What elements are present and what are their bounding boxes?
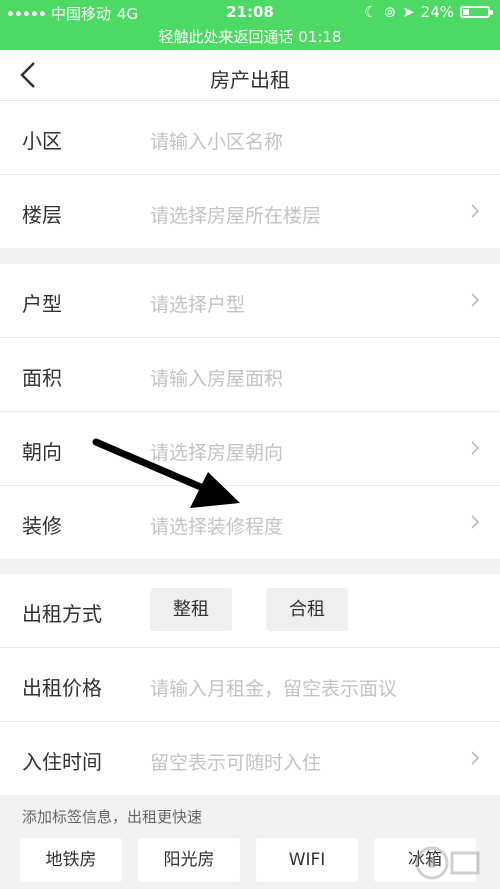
orientation-row[interactable]: 朝向 请选择房屋朝向 [0,412,500,486]
area-row[interactable]: 面积 请输入房屋面积 [0,338,500,412]
floor-label: 楼层 [22,203,62,227]
rent-price-input[interactable]: 请输入月租金，留空表示面议 [150,674,397,701]
chevron-right-icon [471,441,480,455]
chevron-right-icon [471,293,480,307]
tag-list: 地铁房 阳光房 WIFI 冰箱 [20,838,476,882]
shared-rent-button[interactable]: 合租 [266,588,348,631]
community-group: 小区 请输入小区名称 楼层 请选择房屋所在楼层 [0,101,500,248]
nav-bar: 房产出租 [0,50,500,101]
rent-price-label: 出租价格 [22,676,102,700]
orientation-select[interactable]: 请选择房屋朝向 [150,438,283,465]
move-in-row[interactable]: 入住时间 留空表示可随时入住 [0,722,500,795]
battery-percent: 24% [420,3,454,21]
rent-mode-label: 出租方式 [22,602,102,626]
area-label: 面积 [22,366,62,390]
chevron-right-icon [471,751,480,765]
status-bar[interactable]: 中国移动 4G 21:08 ☾ ⊚ ➤ 24% 轻触此处来返回通话 01:18 [0,0,500,50]
floor-select[interactable]: 请选择房屋所在楼层 [150,201,321,228]
chevron-right-icon [471,204,480,218]
tag-hint: 添加标签信息，出租更快速 [22,808,203,826]
watermark-logo [415,846,480,880]
orientation-label: 朝向 [22,440,62,464]
decoration-row[interactable]: 装修 请选择装修程度 [0,486,500,559]
chevron-right-icon [471,515,480,529]
moon-icon: ☾ [364,3,378,21]
whole-rent-button[interactable]: 整租 [150,588,232,631]
rotation-lock-icon: ⊚ [383,3,397,21]
rent-group: 出租方式 整租 合租 出租价格 请输入月租金，留空表示面议 入住时间 留空表示可… [0,574,500,795]
move-in-label: 入住时间 [22,750,102,774]
layout-label: 户型 [22,292,62,316]
community-label: 小区 [22,129,62,153]
status-right: ☾ ⊚ ➤ 24% [364,3,493,21]
tag-subway[interactable]: 地铁房 [20,838,122,882]
rent-price-row[interactable]: 出租价格 请输入月租金，留空表示面议 [0,648,500,722]
layout-select[interactable]: 请选择户型 [150,290,245,317]
layout-row[interactable]: 户型 请选择户型 [0,264,500,338]
tag-wifi[interactable]: WIFI [256,838,358,882]
move-in-select[interactable]: 留空表示可随时入住 [150,748,321,775]
community-row[interactable]: 小区 请输入小区名称 [0,101,500,175]
page-title: 房产出租 [210,68,290,92]
location-icon: ➤ [402,3,415,21]
decoration-select[interactable]: 请选择装修程度 [150,512,283,539]
floor-row[interactable]: 楼层 请选择房屋所在楼层 [0,175,500,248]
house-info-group: 户型 请选择户型 面积 请输入房屋面积 朝向 请选择房屋朝向 装修 请选择装修程… [0,264,500,559]
rent-mode-row: 出租方式 整租 合租 [0,574,500,648]
decoration-label: 装修 [22,514,62,538]
community-input[interactable]: 请输入小区名称 [150,127,283,154]
battery-icon [460,6,493,18]
tag-sunny[interactable]: 阳光房 [138,838,240,882]
area-input[interactable]: 请输入房屋面积 [150,364,283,391]
call-return-banner[interactable]: 轻触此处来返回通话 01:18 [0,26,500,47]
